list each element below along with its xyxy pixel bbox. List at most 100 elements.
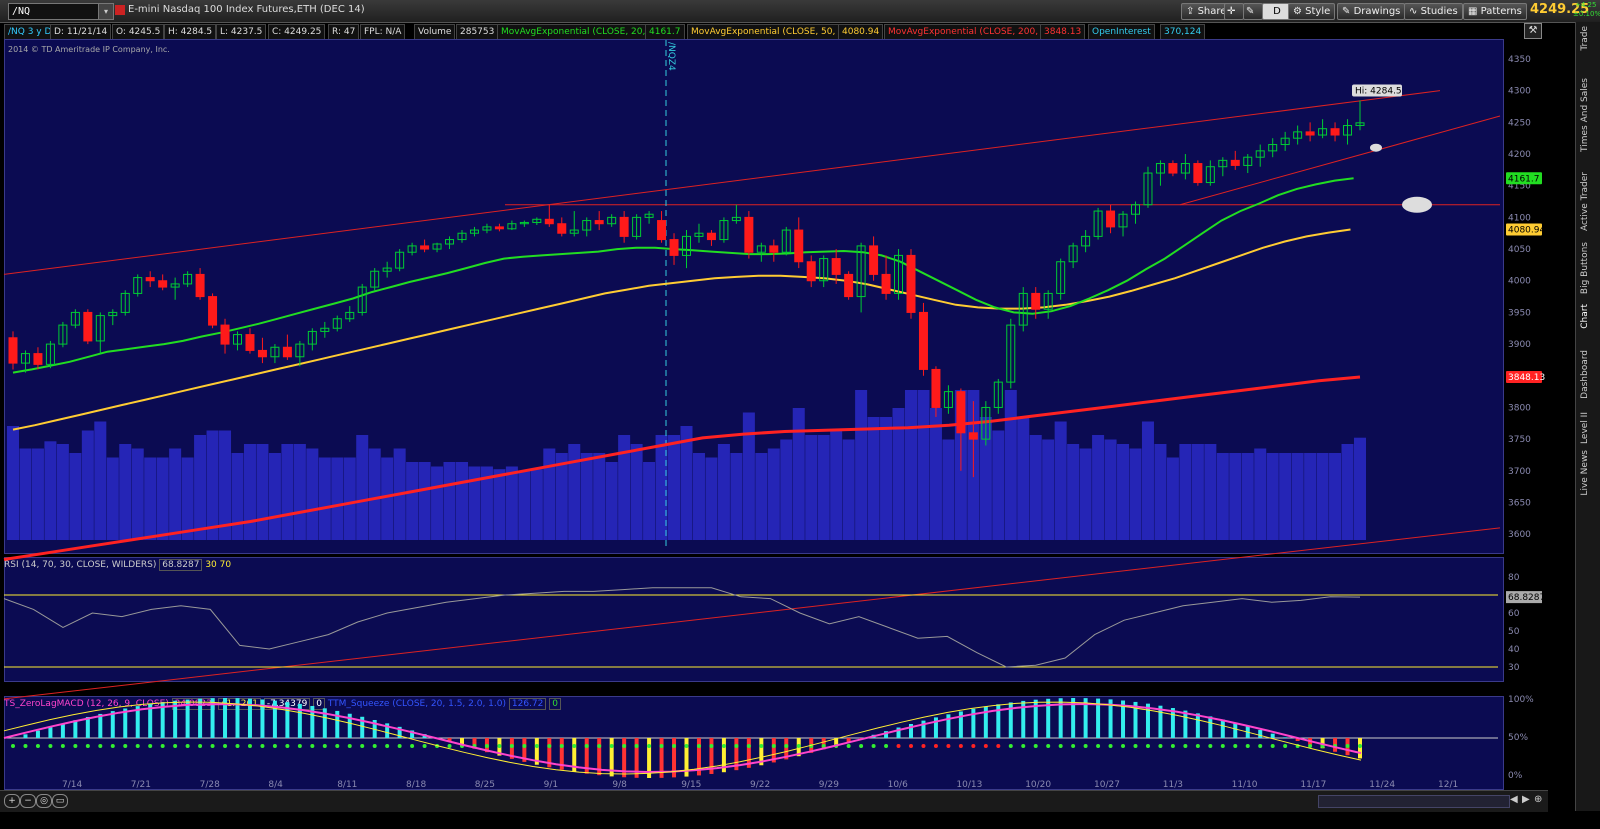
date-tick-label: 7/14 (62, 780, 82, 790)
volume-bar (1141, 421, 1154, 540)
volume-bar (431, 466, 444, 540)
date-tick-label: 9/22 (750, 780, 770, 790)
candle-down (744, 216, 754, 253)
sidebar-item-trade[interactable]: Trade (1580, 26, 1590, 51)
volume-bar (730, 453, 743, 540)
volume-bar (1254, 448, 1267, 540)
squeeze-dot (647, 744, 652, 748)
squeeze-dot (173, 744, 178, 748)
rsi-tick: 60 (1508, 609, 1520, 619)
squeeze-dot (23, 744, 28, 748)
volume-bar (81, 430, 94, 540)
volume-bar (643, 462, 656, 540)
squeeze-dot (148, 744, 153, 748)
volume-bar (1067, 444, 1080, 540)
volume-bar (855, 390, 868, 540)
candle-down (257, 349, 267, 358)
price-tick-4200: 4200 (1508, 150, 1531, 160)
candle-down (619, 216, 629, 237)
squeeze-dot (1183, 744, 1188, 748)
squeeze-dot (160, 744, 165, 748)
candle-down (844, 273, 854, 298)
squeeze-dot (447, 744, 452, 748)
volume-bar (630, 444, 643, 540)
squeeze-dot (1008, 744, 1013, 748)
volume-bar (929, 408, 942, 540)
squeeze-dot (98, 744, 103, 748)
volume-bar (830, 430, 843, 540)
squeeze-dot (1195, 744, 1200, 748)
candle-down (594, 220, 604, 225)
volume-bar (1291, 453, 1304, 540)
candle-down (557, 223, 567, 234)
squeeze-dot (1058, 744, 1063, 748)
date-tick-label: 10/27 (1094, 780, 1120, 790)
sidebar-item-level-ii[interactable]: Level II (1580, 412, 1590, 444)
rsi-tick: 80 (1508, 573, 1520, 583)
volume-bar (1241, 453, 1254, 540)
volume-bar (1204, 444, 1217, 540)
volume-bar (443, 462, 456, 540)
volume-bar (1129, 448, 1142, 540)
sidebar-item-big-buttons[interactable]: Big Buttons (1580, 242, 1590, 294)
sidebar-item-active-trader[interactable]: Active Trader (1580, 172, 1590, 231)
volume-bar (293, 444, 306, 540)
volume-bar (942, 439, 955, 540)
chart-svg[interactable]: 3600365037003750380038503900395040004050… (0, 0, 1548, 790)
date-tick-label: 8/25 (475, 780, 495, 790)
volume-bar (456, 462, 468, 540)
volume-bar (530, 469, 543, 540)
squeeze-dot (123, 744, 128, 748)
candle-down (8, 337, 18, 364)
volume-bar (992, 430, 1005, 540)
squeeze-dot (198, 744, 203, 748)
squeeze-dot (1283, 744, 1288, 748)
scroll-left-icon[interactable]: ◀ (1510, 794, 1518, 805)
sidebar-item-times-and-sales[interactable]: Times And Sales (1580, 78, 1590, 152)
candle-down (831, 258, 841, 275)
candle-down (158, 280, 168, 288)
zoom-in-icon[interactable]: + (4, 794, 20, 808)
candle-down (1031, 292, 1041, 310)
volume-bar (356, 435, 369, 540)
volume-bar (742, 412, 755, 540)
macd-histogram-bar (1270, 733, 1275, 738)
volume-bar (44, 441, 57, 540)
squeeze-dot (1108, 744, 1113, 748)
horizontal-scrollbar[interactable] (1318, 795, 1510, 808)
squeeze-dot (709, 744, 714, 748)
volume-bar (1341, 444, 1354, 540)
volume-bar (331, 457, 344, 540)
ma50-price-tag-text: 4080.94 (1508, 225, 1545, 235)
volume-bar (1354, 437, 1366, 540)
scroll-right-icon[interactable]: ▶ (1522, 794, 1530, 805)
sidebar-item-dashboard[interactable]: Dashboard (1580, 350, 1590, 399)
sidebar-item-live-news[interactable]: Live News (1580, 450, 1590, 496)
squeeze-dot (60, 744, 65, 748)
rsi-line (3, 587, 1361, 668)
expand-icon[interactable]: ⊕ (1534, 794, 1542, 805)
reset-zoom-icon[interactable]: ▭ (52, 794, 68, 808)
volume-bar (1029, 435, 1042, 540)
date-tick-label: 7/21 (131, 780, 151, 790)
macd-histogram-bar (60, 723, 65, 738)
zoom-out-icon[interactable]: − (20, 794, 36, 808)
volume-bar (1117, 444, 1130, 540)
squeeze-dot (1345, 744, 1350, 748)
squeeze-dot (210, 744, 215, 748)
candle-down (33, 353, 43, 365)
price-tick-3950: 3950 (1508, 308, 1531, 318)
sidebar-item-chart[interactable]: Chart (1580, 304, 1590, 329)
zoom-fit-icon[interactable]: ◎ (36, 794, 52, 808)
squeeze-dot (1258, 744, 1263, 748)
macd-histogram-bar (48, 727, 53, 738)
price-tick-3650: 3650 (1508, 498, 1531, 508)
date-tick-label: 9/29 (819, 780, 839, 790)
squeeze-dot (622, 744, 627, 748)
volume-bar (418, 462, 431, 540)
squeeze-dot (509, 744, 514, 748)
squeeze-dot (958, 744, 963, 748)
rsi-tick: 40 (1508, 645, 1520, 655)
squeeze-dot (223, 744, 228, 748)
volume-bar (568, 444, 581, 540)
